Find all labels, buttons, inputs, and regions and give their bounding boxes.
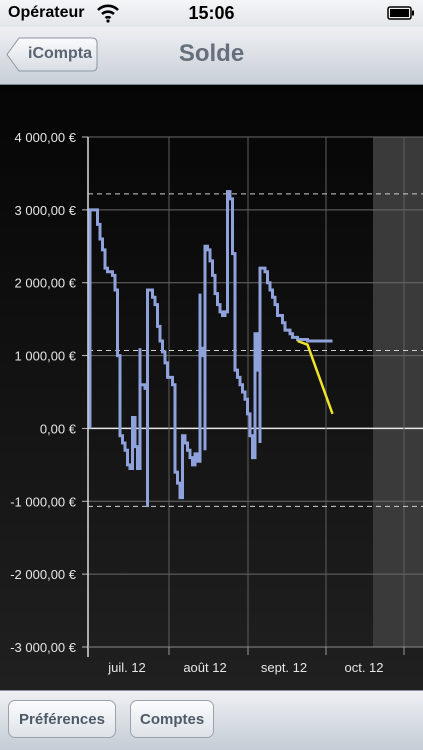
y-tick-label: 0,00 € [40, 421, 77, 436]
plot-area [88, 190, 334, 508]
chart-canvas: 4 000,00 € 3 000,00 € 2 000,00 € 1 000,00 €… [10, 130, 423, 675]
y-tick-label: 3 000,00 € [15, 203, 77, 218]
y-tick-label: -3 000,00 € [10, 640, 77, 655]
x-tick-label: juil. 12 [107, 660, 146, 675]
page-title: Solde [178, 40, 245, 67]
battery-icon [387, 6, 415, 20]
navigation-bar: iCompta Solde [0, 27, 423, 85]
bottom-toolbar: Préférences Comptes [0, 690, 423, 750]
x-tick-label: sept. 12 [261, 660, 307, 675]
status-bar: Opérateur 15:06 [0, 0, 423, 27]
future-period-shade [373, 137, 423, 647]
y-axis-labels: 4 000,00 € 3 000,00 € 2 000,00 € 1 000,00 €… [10, 130, 77, 655]
y-tick-label: 2 000,00 € [15, 276, 77, 291]
y-tick-label: 1 000,00 € [15, 349, 77, 364]
forecast-series-line [297, 339, 334, 415]
balance-series-line [88, 190, 333, 508]
clock: 15:06 [188, 3, 235, 23]
x-tick-label: oct. 12 [344, 660, 383, 675]
accounts-button[interactable]: Comptes [130, 700, 214, 738]
y-tick-label: -2 000,00 € [10, 567, 77, 582]
y-tick-label: -1 000,00 € [10, 494, 77, 509]
x-axis-labels: juil. 12 août 12 sept. 12 oct. 12 [107, 660, 383, 675]
y-tick-label: 4 000,00 € [15, 130, 77, 145]
chart-grid [82, 136, 423, 657]
balance-chart[interactable]: 4 000,00 € 3 000,00 € 2 000,00 € 1 000,00 €… [0, 85, 423, 690]
x-tick-label: août 12 [183, 660, 226, 675]
preferences-button[interactable]: Préférences [8, 700, 116, 738]
